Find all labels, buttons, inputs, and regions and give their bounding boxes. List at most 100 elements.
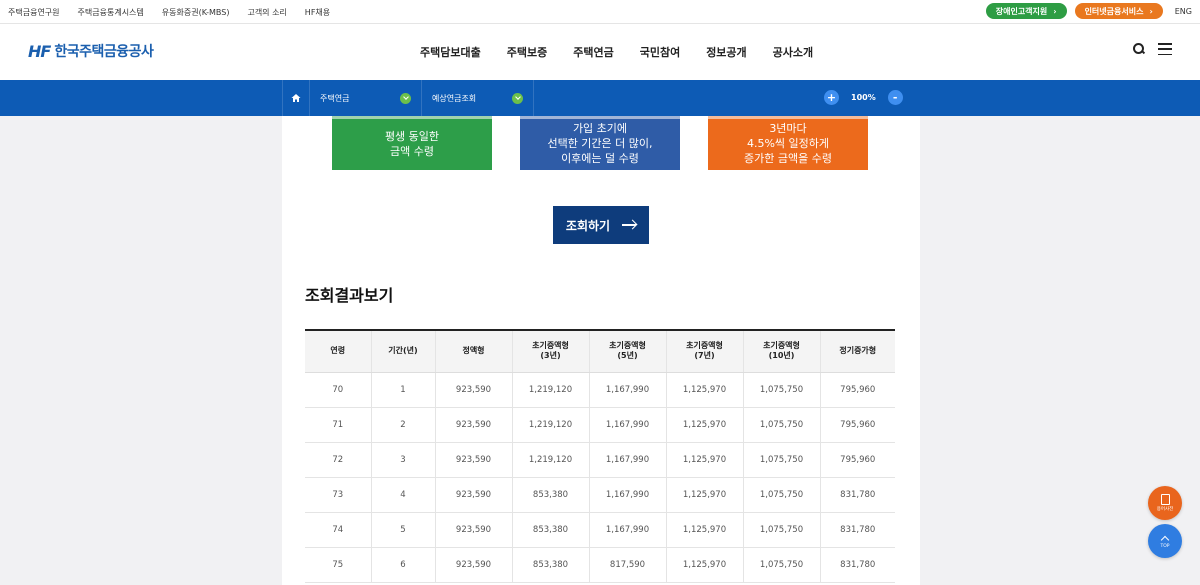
nav-item-guarantee[interactable]: 주택보증 xyxy=(507,44,547,60)
site-header: HF 한국주택금융공사 주택담보대출 주택보증 주택연금 국민참여 정보공개 공… xyxy=(0,24,1200,80)
table-cell: 923,590 xyxy=(434,477,512,513)
location-select-depth2[interactable]: 예상연금조회 xyxy=(422,80,534,116)
utility-links: 주택금융연구원 주택금융통계시스템 유동화증권(K-MBS) 고객의 소리 HF… xyxy=(8,0,330,24)
internet-service-label: 인터넷금융서비스 xyxy=(1084,6,1144,16)
disabled-support-button[interactable]: 장애인고객지원 › xyxy=(985,3,1067,19)
query-button[interactable]: 조회하기 xyxy=(553,206,649,244)
column-header: 정기증가형 xyxy=(819,330,895,373)
table-cell: 1,125,970 xyxy=(665,372,743,408)
nav-item-disclosure[interactable]: 정보공개 xyxy=(706,44,746,60)
util-link-statistics[interactable]: 주택금융통계시스템 xyxy=(78,7,144,18)
result-table: 연령 기간(년) 정액형 초기증액형 (3년) 초기증액형 (5년) 초기증액형… xyxy=(305,329,895,583)
home-icon[interactable] xyxy=(282,80,310,116)
header-tools xyxy=(1132,42,1172,56)
utility-bar: 주택금융연구원 주택금융통계시스템 유동화증권(K-MBS) 고객의 소리 HF… xyxy=(0,0,1200,24)
language-eng-link[interactable]: ENG xyxy=(1175,7,1192,16)
table-cell: 853,380 xyxy=(511,512,589,548)
util-link-research[interactable]: 주택금융연구원 xyxy=(8,7,60,18)
table-header-row: 연령 기간(년) 정액형 초기증액형 (3년) 초기증액형 (5년) 초기증액형… xyxy=(305,330,895,373)
pension-type-periodic-increase: 3년마다 4.5%씩 일정하게 증가한 금액을 수령 xyxy=(708,116,868,170)
table-cell: 1,219,120 xyxy=(511,372,589,408)
table-cell: 1,075,750 xyxy=(742,512,820,548)
table-cell: 1,167,990 xyxy=(588,512,666,548)
table-cell: 923,590 xyxy=(434,442,512,478)
table-cell: 1,125,970 xyxy=(665,477,743,513)
util-link-customer-voice[interactable]: 고객의 소리 xyxy=(247,7,286,18)
zoom-control: + 100% - xyxy=(824,90,903,105)
table-cell: 1,075,750 xyxy=(742,442,820,478)
pension-type-initial-increase: 가입 초기에 선택한 기간은 더 많이, 이후에는 덜 수령 xyxy=(520,116,680,170)
zoom-level: 100% xyxy=(851,93,876,102)
table-row: 74 5 923,590 853,380 1,167,990 1,125,970… xyxy=(305,512,895,548)
column-header: 기간(년) xyxy=(370,330,435,373)
table-cell: 831,780 xyxy=(819,477,895,513)
nav-item-pension[interactable]: 주택연금 xyxy=(573,44,613,60)
section-title: 조회결과보기 xyxy=(305,286,394,305)
location-depth2-label: 예상연금조회 xyxy=(432,93,477,103)
table-cell: 795,960 xyxy=(819,442,895,478)
table-row: 70 1 923,590 1,219,120 1,167,990 1,125,9… xyxy=(305,372,895,408)
nav-item-about[interactable]: 공사소개 xyxy=(773,44,813,60)
table-cell: 1 xyxy=(370,372,435,408)
table-cell: 2 xyxy=(370,407,435,443)
column-header: 초기증액형 (7년) xyxy=(665,330,743,373)
table-cell: 923,590 xyxy=(434,512,512,548)
logo-text: 한국주택금융공사 xyxy=(54,44,154,60)
table-cell: 853,380 xyxy=(511,547,589,583)
column-header: 초기증액형 (3년) xyxy=(511,330,589,373)
table-row: 73 4 923,590 853,380 1,167,990 1,125,970… xyxy=(305,477,895,513)
table-cell: 1,075,750 xyxy=(742,372,820,408)
search-icon[interactable] xyxy=(1132,42,1146,56)
internet-service-button[interactable]: 인터넷금융서비스 › xyxy=(1074,3,1163,19)
column-header: 초기증액형 (5년) xyxy=(588,330,666,373)
logo-mark: HF xyxy=(28,41,51,61)
column-header: 초기증액형 (10년) xyxy=(742,330,820,373)
main-content: 평생 동일한 금액 수령 가입 초기에 선택한 기간은 더 많이, 이후에는 덜… xyxy=(282,116,920,585)
util-link-kmbs[interactable]: 유동화증권(K-MBS) xyxy=(162,7,230,18)
table-cell: 74 xyxy=(305,512,371,548)
table-cell: 1,125,970 xyxy=(665,442,743,478)
location-depth1-label: 주택연금 xyxy=(320,93,350,103)
table-row: 75 6 923,590 853,380 817,590 1,125,970 1… xyxy=(305,547,895,583)
table-cell: 795,960 xyxy=(819,407,895,443)
table-cell: 923,590 xyxy=(434,372,512,408)
column-header: 연령 xyxy=(305,330,371,373)
table-cell: 1,075,750 xyxy=(742,477,820,513)
table-cell: 5 xyxy=(370,512,435,548)
zoom-out-button[interactable]: - xyxy=(887,90,903,105)
table-cell: 795,960 xyxy=(819,372,895,408)
query-button-label: 조회하기 xyxy=(565,218,611,233)
table-cell: 1,125,970 xyxy=(665,407,743,443)
document-icon xyxy=(1160,494,1170,505)
chevron-down-icon xyxy=(400,92,411,104)
table-cell: 73 xyxy=(305,477,371,513)
column-header: 정액형 xyxy=(434,330,512,373)
disabled-support-label: 장애인고객지원 xyxy=(995,6,1048,16)
pension-type-fixed: 평생 동일한 금액 수령 xyxy=(332,116,492,170)
arrow-right-icon xyxy=(622,224,637,226)
table-cell: 817,590 xyxy=(588,547,666,583)
table-cell: 1,125,970 xyxy=(665,547,743,583)
nav-item-participation[interactable]: 국민참여 xyxy=(640,44,680,60)
table-cell: 72 xyxy=(305,442,371,478)
menu-icon[interactable] xyxy=(1158,43,1172,55)
table-cell: 831,780 xyxy=(819,512,895,548)
table-cell: 1,167,990 xyxy=(588,372,666,408)
location-bar: 주택연금 예상연금조회 + 100% - xyxy=(0,80,1200,116)
location-select-depth1[interactable]: 주택연금 xyxy=(310,80,422,116)
table-cell: 1,075,750 xyxy=(742,407,820,443)
table-cell: 1,219,120 xyxy=(511,407,589,443)
nav-item-mortgage[interactable]: 주택담보대출 xyxy=(420,44,481,60)
table-cell: 75 xyxy=(305,547,371,583)
utility-right: 장애인고객지원 › 인터넷금융서비스 › ENG xyxy=(985,3,1192,19)
site-logo[interactable]: HF 한국주택금융공사 xyxy=(28,41,154,61)
table-cell: 4 xyxy=(370,477,435,513)
top-float-button[interactable]: TOP xyxy=(1148,524,1182,558)
zoom-in-button[interactable]: + xyxy=(824,90,839,105)
table-cell: 923,590 xyxy=(434,407,512,443)
table-cell: 923,590 xyxy=(434,547,512,583)
chevron-up-icon xyxy=(1160,535,1170,544)
glossary-float-button[interactable]: 용어사전 xyxy=(1148,486,1182,520)
table-cell: 1,167,990 xyxy=(588,442,666,478)
util-link-recruit[interactable]: HF채용 xyxy=(305,7,330,18)
